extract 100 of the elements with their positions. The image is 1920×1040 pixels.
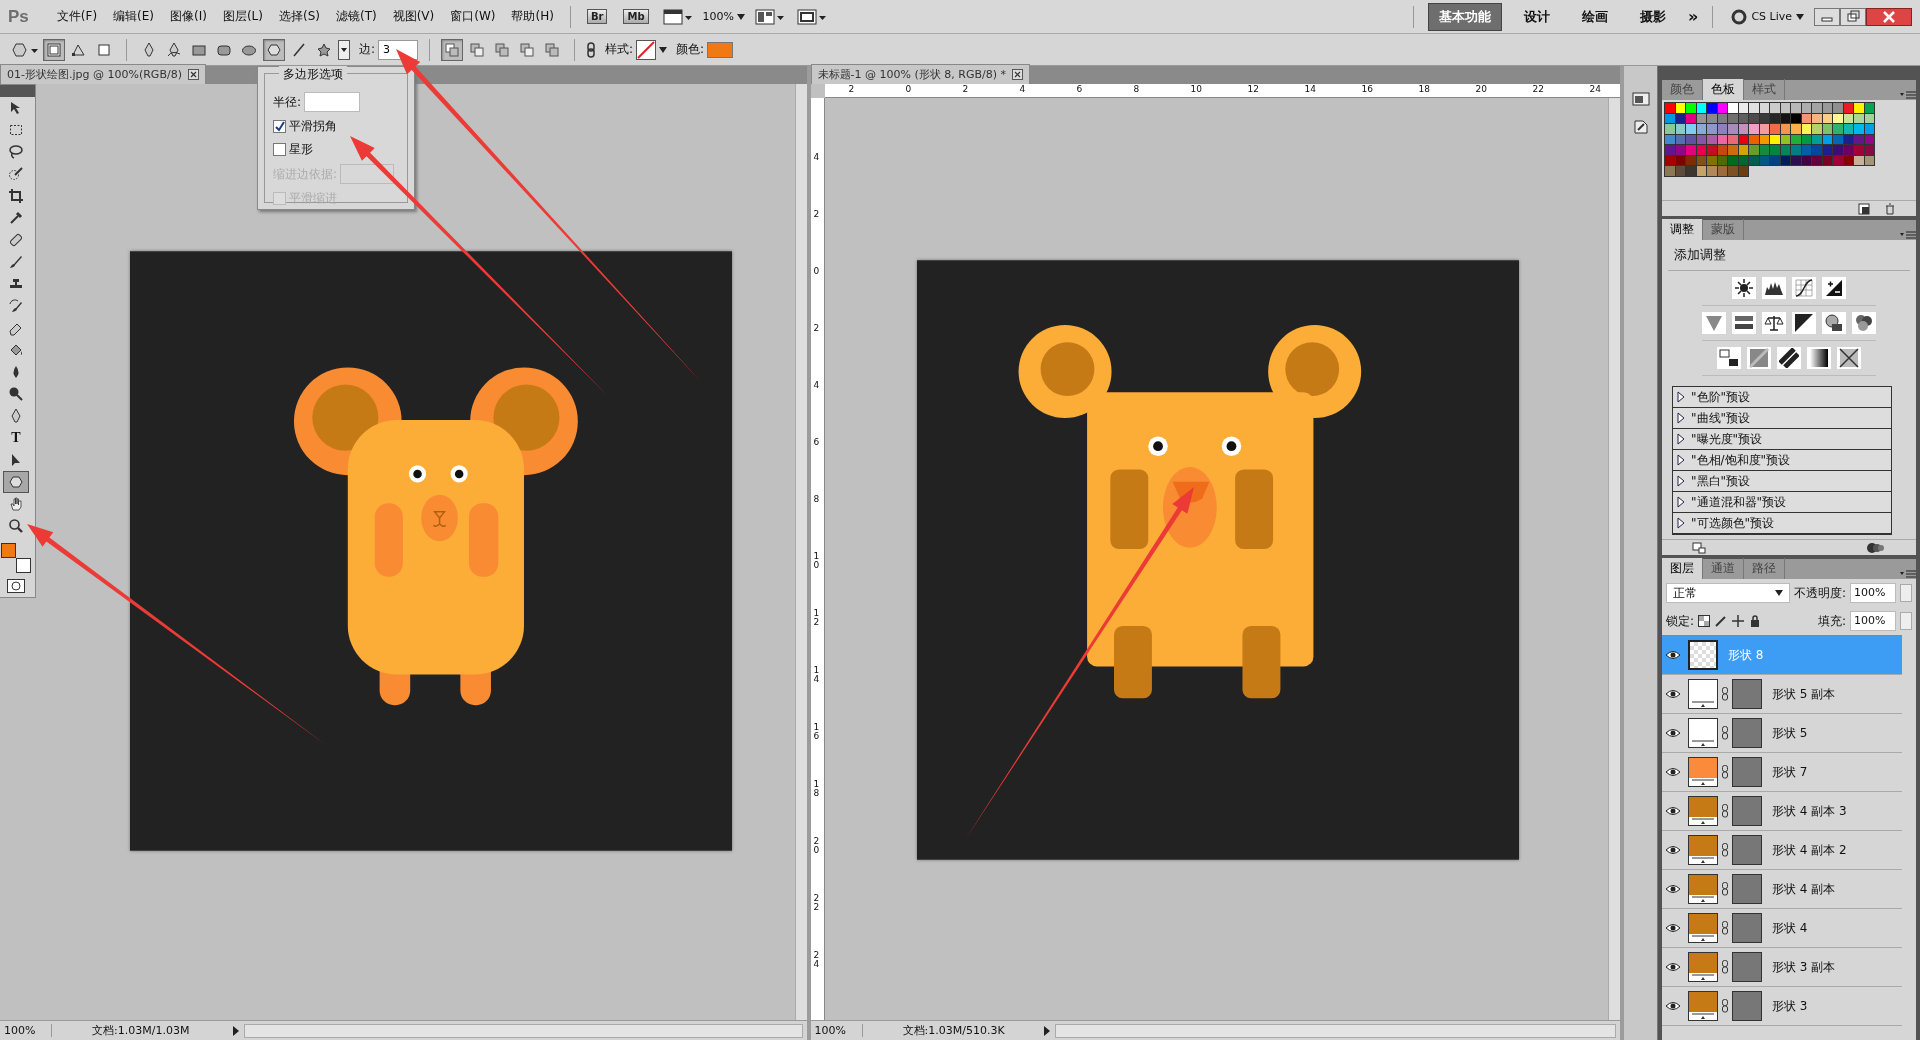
opacity-field[interactable]: 100% [1850,583,1896,603]
panel-heading: 添加调整 [1668,240,1910,271]
fill-label: 填充: [1817,612,1846,630]
preset-label: "可选颜色"预设 [1691,514,1775,532]
document-title: 01-形状绘图.jpg @ 100%(RGB/8) [7,67,182,82]
layer-name: 形状 4 副本 3 [1772,802,1847,820]
bridge-button[interactable]: Br [586,9,608,24]
ruler-number: 18 [1418,85,1431,94]
document-title: 未标题-1 @ 100% (形状 8, RGB/8) * [817,67,1006,82]
layer-row[interactable]: 形状 4 副本 [1662,870,1902,909]
panel-tab[interactable]: 样式 [1744,79,1785,100]
menu-item[interactable]: 滤镜(T) [327,6,385,27]
ruler-number: 14 [813,666,821,684]
layer-name: 形状 5 [1772,724,1808,742]
cs-live-button[interactable]: CS Live [1731,8,1804,25]
more-workspaces-button[interactable]: » [1688,7,1699,26]
ruler-number: 0 [905,85,912,94]
ruler-number: 2 [962,85,969,94]
layer-row[interactable]: 形状 5 [1662,714,1902,753]
blend-mode-dropdown[interactable]: 正常 [1666,583,1790,603]
ruler-number: 16 [1361,85,1374,94]
layer-name: 形状 7 [1772,763,1808,781]
ruler-number: 24 [813,951,821,969]
layer-row[interactable]: 形状 7 [1662,753,1902,792]
ruler-number: 2 [813,210,821,219]
fill-field[interactable]: 100% [1850,611,1896,631]
zoom-dropdown[interactable]: 100% [698,10,749,23]
menu-item[interactable]: 视图(V) [384,6,443,27]
menu-item[interactable]: 编辑(E) [105,6,162,27]
zoom-level: 100% [0,1024,52,1037]
style-label: 样式: [605,41,634,58]
ruler-number: 2 [813,324,821,333]
layer-row[interactable]: 形状 4 副本 3 [1662,792,1902,831]
ruler-number: 0 [813,267,821,276]
preset-item[interactable]: "曲线"预设 [1673,408,1891,429]
layer-name: 形状 5 副本 [1772,685,1836,703]
layer-row[interactable]: 形状 3 副本 [1662,948,1902,987]
checkbox-label: 平滑拐角 [289,118,337,135]
ruler-number: 8 [813,495,821,504]
layer-name: 形状 4 [1772,919,1808,937]
checkbox-label: 星形 [289,141,313,158]
panel-tab[interactable]: 路径 [1744,558,1785,579]
menu-item[interactable]: 文件(F) [48,6,106,27]
layer-row[interactable]: 形状 5 副本 [1662,675,1902,714]
panel-tab[interactable]: 通道 [1703,558,1744,579]
ruler-number: 22 [1532,85,1545,94]
workspace-button[interactable]: 摄影 [1630,3,1677,30]
ruler-number: 4 [813,381,821,390]
color-label: 颜色: [676,41,705,58]
panel-tab[interactable]: 调整 [1662,219,1703,240]
ruler-number: 20 [813,837,821,855]
ruler-number: 16 [813,723,821,741]
menu-item[interactable]: 帮助(H) [503,6,562,27]
preset-item[interactable]: "通道混和器"预设 [1673,492,1891,513]
menu-item[interactable]: 选择(S) [271,6,328,27]
layer-row[interactable]: 形状 4 副本 2 [1662,831,1902,870]
sides-label: 边: [359,41,376,58]
workspace-button[interactable]: 基本功能 [1428,2,1503,31]
layer-row[interactable]: 形状 3 [1662,987,1902,1026]
document-tab[interactable]: 01-形状绘图.jpg @ 100%(RGB/8) [0,64,206,84]
preset-label: "色相/饱和度"预设 [1691,451,1791,469]
menu-item[interactable]: 图层(L) [214,6,271,27]
sides-field[interactable]: 3 [378,39,419,60]
panel-tab[interactable]: 图层 [1662,558,1703,579]
ruler-number: 24 [1589,85,1602,94]
preset-label: "曲线"预设 [1691,409,1751,427]
menu-item[interactable]: 图像(I) [162,6,215,27]
ruler-number: 14 [1304,85,1317,94]
type-tool-button[interactable]: T [3,427,29,449]
ruler-number: 22 [813,894,821,912]
menu-item[interactable]: 窗口(W) [442,6,504,27]
ruler-number: 18 [813,780,821,798]
popup-title: 多边形选项 [279,66,347,83]
document-tab[interactable]: 未标题-1 @ 100% (形状 8, RGB/8) * [810,64,1030,84]
preset-item[interactable]: "黑白"预设 [1673,471,1891,492]
workspace-button[interactable]: 设计 [1514,3,1561,30]
preset-item[interactable]: "色相/饱和度"预设 [1673,450,1891,471]
radius-label: 半径: [273,93,302,111]
preset-label: "曝光度"预设 [1691,430,1763,448]
preset-item[interactable]: "可选颜色"预设 [1673,513,1891,534]
layer-name: 形状 4 副本 [1772,880,1836,898]
workspace-button[interactable]: 绘画 [1572,3,1619,30]
preset-item[interactable]: "色阶"预设 [1673,387,1891,408]
panel-tab[interactable]: 蒙版 [1703,219,1744,240]
preset-label: "通道混和器"预设 [1691,493,1787,511]
panel-tab[interactable]: 色板 [1703,79,1744,100]
preset-label: "色阶"预设 [1691,388,1751,406]
ruler-number: 10 [1190,85,1203,94]
document-size: 文档:1.03M/1.03M [91,1023,191,1038]
layer-row[interactable]: 形状 4 [1662,909,1902,948]
zoom-level: 100% [810,1024,863,1037]
preset-item[interactable]: "曝光度"预设 [1673,429,1891,450]
ruler-number: 6 [813,438,821,447]
ruler-number: 2 [848,85,855,94]
ruler-number: 8 [1133,85,1140,94]
opacity-label: 不透明度: [1793,584,1846,602]
ruler-number: 12 [813,609,821,627]
lock-label: 锁定: [1666,612,1695,630]
mini-bridge-button[interactable]: Mb [623,9,649,24]
layer-name: 形状 3 [1772,997,1808,1015]
